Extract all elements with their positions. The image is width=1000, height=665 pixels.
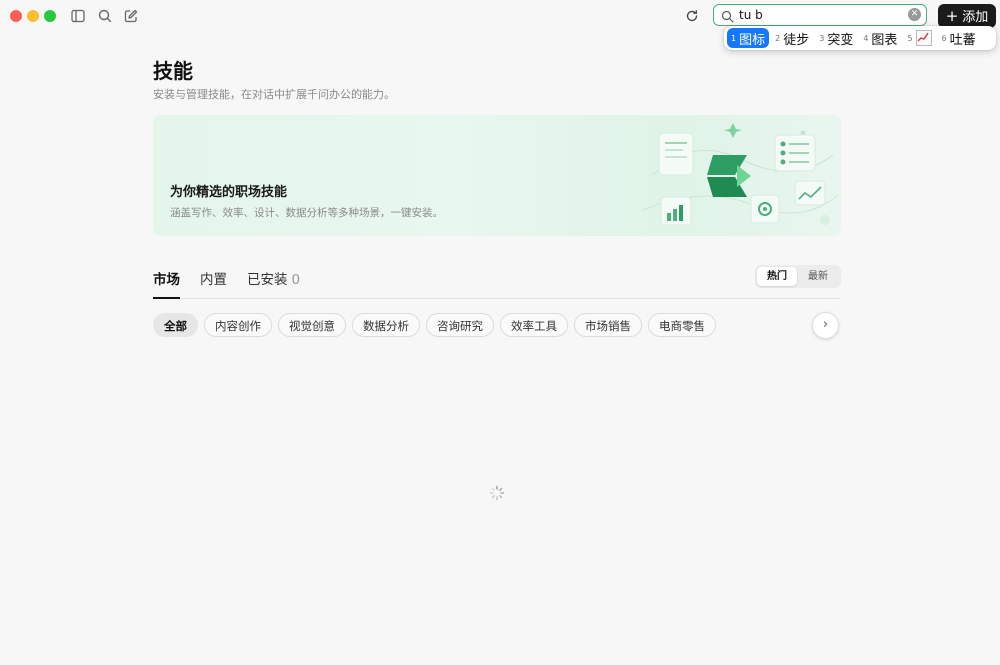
candidate-text: 突变 (827, 32, 854, 48)
candidate-text: 徒步 (783, 32, 810, 48)
tab-installed-label: 已安装 (247, 272, 288, 288)
search-icon[interactable] (97, 8, 113, 24)
category-chip[interactable]: 效率工具 (500, 313, 568, 337)
ime-candidate-bar: 1 图标 2 徒步 3 突变 4 图表 5 6 吐蕃 (724, 26, 996, 50)
tab-installed[interactable]: 已安装 0 (247, 268, 300, 297)
category-chip[interactable]: 咨询研究 (426, 313, 494, 337)
featured-banner[interactable]: 为你精选的职场技能 涵盖写作、效率、设计、数据分析等多种场景，一键安装。 (153, 115, 841, 236)
sort-toggle: 热门 最新 (755, 265, 841, 288)
chips-fade-overlay (772, 313, 812, 339)
search-input[interactable] (739, 6, 904, 23)
window-close-button[interactable] (10, 10, 22, 22)
candidate-number: 2 (775, 33, 781, 43)
candidate-number: 4 (863, 33, 869, 43)
compose-icon[interactable] (123, 8, 139, 24)
category-chip[interactable]: 市场销售 (574, 313, 642, 337)
add-skill-button[interactable]: + 添加 (938, 4, 996, 28)
ime-candidate[interactable]: 3 突变 (815, 28, 857, 48)
sidebar-icon[interactable] (70, 8, 86, 24)
banner-title: 为你精选的职场技能 (170, 185, 288, 200)
tab-builtin[interactable]: 内置 (200, 268, 227, 297)
banner-description: 涵盖写作、效率、设计、数据分析等多种场景，一键安装。 (170, 207, 443, 219)
candidate-number: 6 (941, 33, 947, 43)
installed-count: 0 (291, 272, 301, 288)
candidate-text: 图标 (739, 32, 766, 48)
refresh-icon[interactable] (684, 8, 700, 24)
sort-hot-button[interactable]: 热门 (757, 267, 797, 286)
category-chip[interactable]: 视觉创意 (278, 313, 346, 337)
ime-candidate[interactable]: 2 徒步 (771, 28, 813, 48)
page-subtitle: 安装与管理技能，在对话中扩展千问办公的能力。 (153, 88, 395, 101)
search-icon (721, 8, 734, 23)
skills-illustration (642, 123, 839, 226)
add-button-label: 添加 (962, 10, 989, 25)
skill-search-field[interactable]: ✕ (713, 4, 927, 26)
candidate-text: 吐蕃 (949, 32, 976, 48)
category-chip-all[interactable]: 全部 (153, 313, 198, 337)
category-filter: 全部 内容创作 视觉创意 数据分析 咨询研究 效率工具 市场销售 电商零售 (153, 313, 813, 339)
sort-latest-button[interactable]: 最新 (798, 267, 838, 286)
page-title: 技能 (153, 59, 193, 83)
clear-search-icon[interactable]: ✕ (908, 8, 921, 21)
window-minimize-button[interactable] (27, 10, 39, 22)
plus-icon: + (945, 7, 959, 25)
candidate-number: 1 (731, 33, 737, 43)
skill-tabs: 市场 内置 已安装 0 (153, 266, 841, 299)
chevron-right-icon[interactable]: › (812, 312, 839, 339)
ime-candidate[interactable]: 5 (903, 28, 935, 48)
candidate-text: 图表 (871, 32, 898, 48)
ime-candidate[interactable]: 1 图标 (727, 28, 770, 48)
candidate-number: 5 (907, 33, 913, 43)
category-chip[interactable]: 内容创作 (204, 313, 272, 337)
category-chip[interactable]: 电商零售 (648, 313, 716, 337)
ime-candidate[interactable]: 4 图表 (859, 28, 901, 48)
candidate-number: 3 (819, 33, 825, 43)
category-chip[interactable]: 数据分析 (352, 313, 420, 337)
window-zoom-button[interactable] (44, 10, 56, 22)
ime-candidate[interactable]: 6 吐蕃 (938, 28, 980, 48)
chart-increasing-icon (915, 30, 932, 46)
loading-spinner-icon (489, 485, 505, 501)
tab-market[interactable]: 市场 (153, 268, 180, 299)
